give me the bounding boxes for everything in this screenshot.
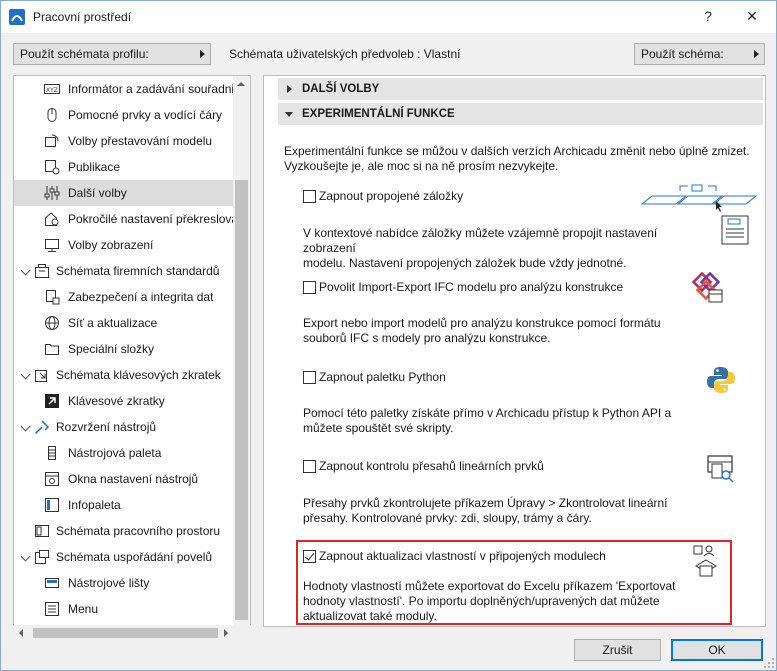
- title-bar: Pracovní prostředí ? ✕: [1, 1, 776, 33]
- sliders-icon: [44, 186, 60, 200]
- checkbox-checked[interactable]: [303, 550, 316, 563]
- shortcut-icon: [45, 394, 59, 408]
- arrow-right-icon: [200, 50, 205, 58]
- overlap-check-description: Přesahy prvků zkontrolujete příkazem Úpr…: [303, 496, 668, 525]
- linked-tabs-description: V kontextové nabídce záložky můžete vzáj…: [303, 226, 658, 270]
- resize-grip-icon[interactable]: [763, 657, 775, 669]
- tree-item-toolbars[interactable]: Nástrojové lišty: [14, 570, 235, 596]
- scroll-up-icon[interactable]: [237, 82, 245, 86]
- publish-icon: [45, 160, 60, 175]
- tree-item-tool-layout[interactable]: Rozvržení nástrojů: [14, 414, 235, 440]
- archicad-icon: [9, 9, 25, 25]
- keyboard-icon: [35, 370, 47, 382]
- horizontal-scroll-thumb[interactable]: [33, 628, 218, 638]
- checkbox[interactable]: [303, 460, 316, 473]
- tree-horizontal-scrollbar[interactable]: [13, 625, 251, 641]
- tree-vertical-scrollbar[interactable]: [233, 76, 250, 640]
- tree-item-network[interactable]: Síť a aktualizace: [14, 310, 235, 336]
- tree-item-tool-settings[interactable]: Okna nastavení nástrojů: [14, 466, 235, 492]
- help-button[interactable]: ?: [685, 1, 731, 32]
- chevron-down-icon[interactable]: [20, 369, 31, 380]
- tree-item-redraw[interactable]: Pokročilé nastavení překreslování: [14, 206, 248, 232]
- palette-icon: [48, 446, 56, 460]
- toolbar-icon: [45, 578, 59, 588]
- preferences-tree: XYZ Informátor a zadávání souřadnic Pomo…: [13, 75, 251, 641]
- scroll-right-icon[interactable]: [224, 629, 228, 637]
- apply-profile-label: Použít schémata profilu:: [20, 47, 149, 61]
- svg-text:XYZ: XYZ: [46, 87, 58, 94]
- checkbox[interactable]: [303, 190, 316, 203]
- section-experimental[interactable]: EXPERIMENTÁLNÍ FUNKCE: [278, 103, 763, 125]
- triangle-down-icon: [285, 112, 293, 117]
- tree-item-publish[interactable]: Publikace: [14, 154, 235, 180]
- tree-item-workspace-schemes[interactable]: Schémata pracovního prostoru: [14, 518, 235, 544]
- chevron-down-icon[interactable]: [20, 421, 31, 432]
- experimental-intro: Experimentální funkce se můžou v dalších…: [284, 144, 750, 173]
- window-title: Pracovní prostředí: [33, 10, 132, 24]
- options-panel: DALŠÍ VOLBY EXPERIMENTÁLNÍ FUNKCE Experi…: [263, 75, 766, 627]
- ifc-analysis-description: Export nebo import modelů pro analýzu ko…: [303, 316, 661, 345]
- cancel-button[interactable]: Zrušit: [574, 639, 661, 661]
- tree-item-shortcuts[interactable]: Klávesové zkratky: [14, 388, 235, 414]
- close-button[interactable]: ✕: [729, 1, 775, 32]
- workspace-icon: [35, 525, 49, 537]
- chevron-down-icon[interactable]: [20, 551, 31, 562]
- commands-icon: [35, 550, 49, 564]
- tree-item-guides[interactable]: Pomocné prvky a vodící čáry: [14, 102, 235, 128]
- mouse-icon: [47, 108, 57, 122]
- tree-item-menu[interactable]: Menu: [14, 596, 235, 622]
- scroll-thumb[interactable]: [235, 180, 248, 620]
- python-icon: [707, 367, 735, 393]
- tree-item-info-box[interactable]: Infopaleta: [14, 492, 235, 518]
- apply-schema-button[interactable]: Použít schéma:: [634, 43, 765, 65]
- security-icon: [46, 290, 60, 305]
- display-icon: [45, 239, 59, 252]
- tree-item-rebuild[interactable]: Volby přestavování modelu: [14, 128, 235, 154]
- checkbox[interactable]: [303, 281, 316, 294]
- tree-item-company-schemes[interactable]: Schémata firemních standardů: [14, 258, 235, 284]
- scroll-left-icon[interactable]: [19, 629, 23, 637]
- tree-item-shortcut-schemes[interactable]: Schémata klávesových zkratek: [14, 362, 235, 388]
- triangle-right-icon: [287, 85, 292, 93]
- module-properties-icon: [693, 545, 717, 577]
- tree-item-special-folders[interactable]: Speciální složky: [14, 336, 235, 362]
- preferences-window: Pracovní prostředí ? ✕ Použít schémata p…: [0, 0, 777, 671]
- user-prefs-label: Schémata uživatelských předvoleb : Vlast…: [229, 47, 461, 61]
- company-icon: [35, 264, 49, 278]
- tree-item-toolbox[interactable]: Nástrojová paleta: [14, 440, 235, 466]
- property-update-description: Hodnoty vlastností můžete exportovat do …: [303, 579, 676, 623]
- overlap-check-icon: [707, 455, 734, 483]
- xyz-icon: XYZ: [44, 84, 60, 94]
- ok-button[interactable]: OK: [671, 639, 763, 661]
- tree-item-security[interactable]: Zabezpečení a integrita dat: [14, 284, 235, 310]
- globe-icon: [45, 316, 59, 330]
- menu-icon: [45, 602, 59, 616]
- scheme-bar: Použít schémata profilu: Schémata uživat…: [1, 33, 776, 75]
- folder-icon: [45, 344, 59, 355]
- python-palette-description: Pomocí této paletky získáte přímo v Arch…: [303, 406, 672, 435]
- tool-settings-icon: [45, 472, 59, 486]
- apply-schema-label: Použít schéma:: [641, 47, 724, 61]
- ifc-icon: [692, 272, 723, 303]
- tree-item-informator[interactable]: XYZ Informátor a zadávání souřadnic: [14, 76, 240, 102]
- apply-profile-button[interactable]: Použít schémata profilu:: [13, 43, 211, 65]
- tree-item-display[interactable]: Volby zobrazení: [14, 232, 235, 258]
- tools-icon: [34, 420, 50, 435]
- tree-item-command-schemes[interactable]: Schémata uspořádání povelů: [14, 544, 235, 570]
- section-other-options[interactable]: DALŠÍ VOLBY: [278, 78, 763, 100]
- rebuild-icon: [45, 134, 59, 147]
- checkbox[interactable]: [303, 371, 316, 384]
- arrow-right-icon: [754, 50, 759, 58]
- chevron-down-icon[interactable]: [20, 265, 31, 276]
- info-icon: [45, 498, 59, 512]
- tree-item-other-options[interactable]: Další volby: [14, 180, 235, 206]
- house-gear-icon: [45, 212, 59, 226]
